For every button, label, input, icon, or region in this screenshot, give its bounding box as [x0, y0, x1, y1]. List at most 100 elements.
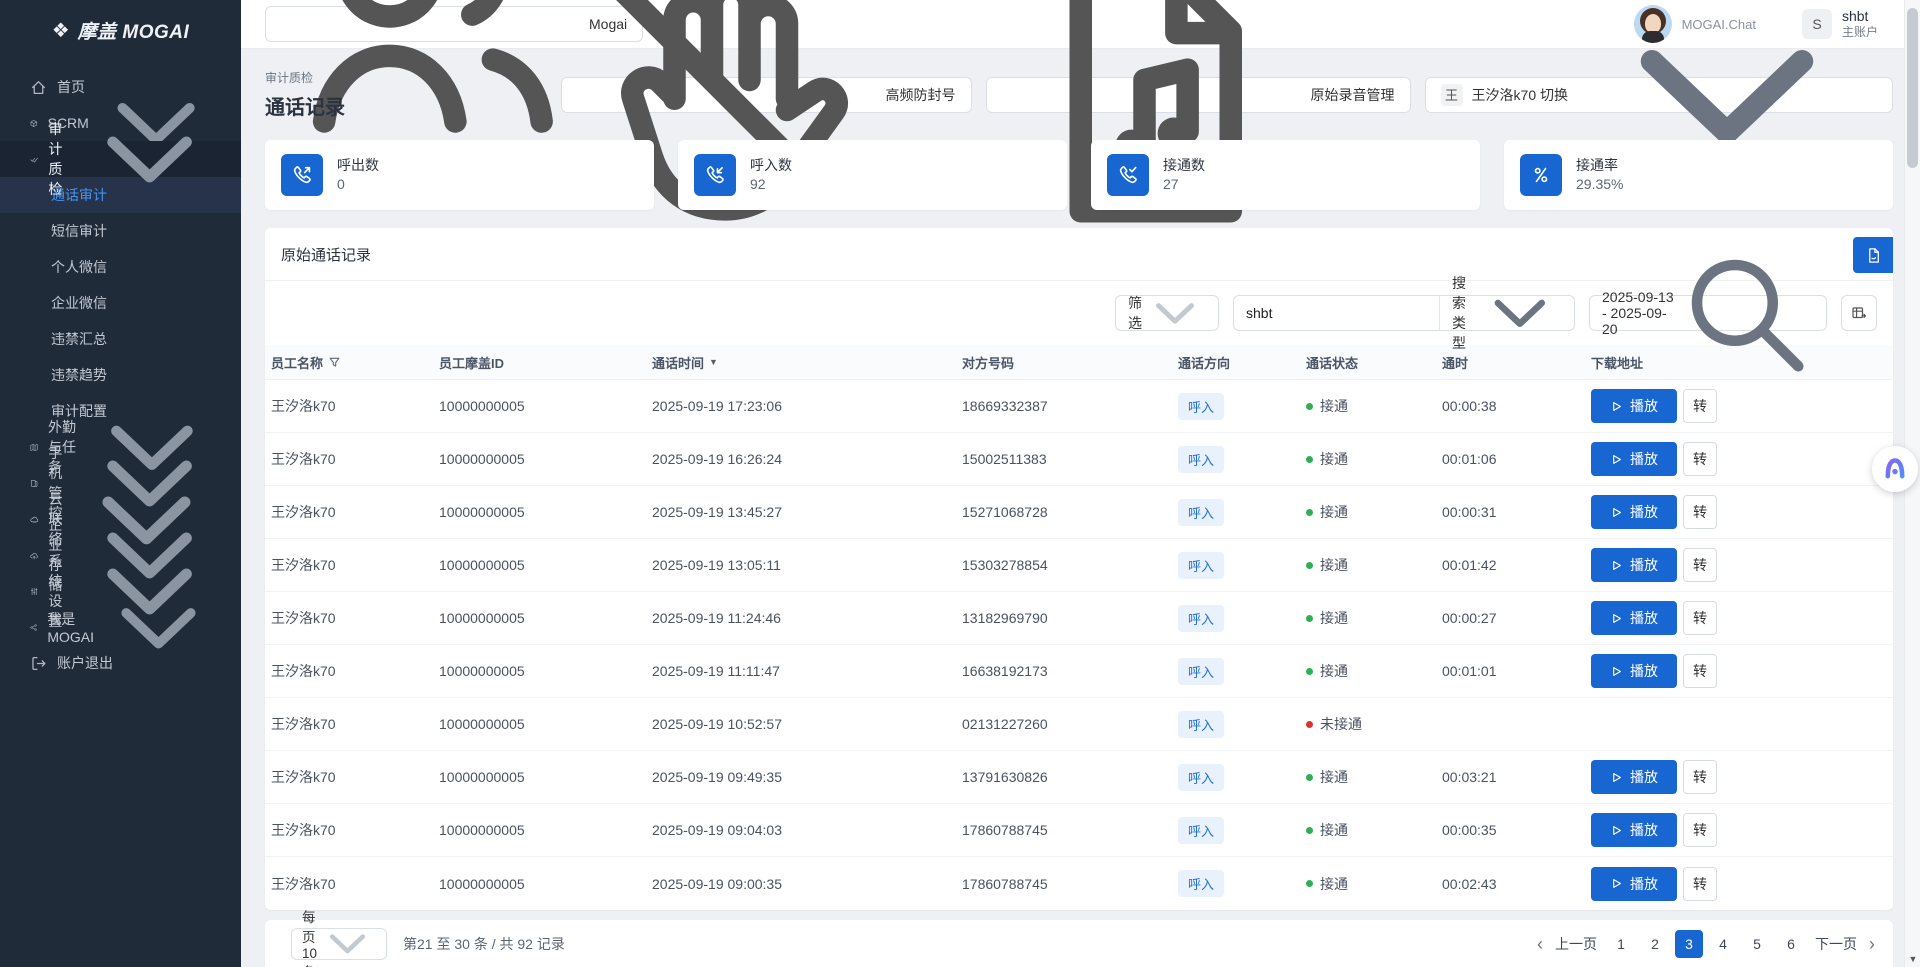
play-icon	[1610, 400, 1623, 413]
play-button[interactable]: 播放	[1591, 760, 1677, 794]
cell-duration: 00:02:43	[1442, 876, 1591, 892]
sidebar-item-label: 我是MOGAI	[47, 609, 94, 645]
cell-status: 接通	[1306, 767, 1442, 787]
play-button[interactable]: 播放	[1591, 867, 1677, 901]
prev-page-button[interactable]: 上一页	[1551, 934, 1601, 954]
search-type-select[interactable]: 搜索类型	[1439, 296, 1574, 330]
cell-employee-name: 王汐洛k70	[271, 661, 439, 681]
sidebar-item-logout[interactable]: 账户退出	[0, 645, 241, 681]
cell-status: 接通	[1306, 396, 1442, 416]
column-header: 通话方向	[1178, 353, 1306, 372]
anti-block-button[interactable]: 高频防封号	[561, 77, 972, 113]
next-page-button[interactable]: 下一页	[1811, 934, 1861, 954]
sidebar-item-label: 审计质检	[48, 119, 75, 199]
page-size-select[interactable]: 每页10条	[291, 928, 387, 960]
recording-mgmt-button[interactable]: 原始录音管理	[986, 77, 1411, 113]
cell-peer-number: 15002511383	[962, 451, 1178, 467]
column-header-label: 员工名称	[271, 353, 323, 372]
play-label: 播放	[1630, 502, 1658, 522]
cloud-up-icon	[30, 547, 38, 564]
play-label: 播放	[1630, 608, 1658, 628]
page-number-1[interactable]: 1	[1607, 930, 1635, 958]
page-number-6[interactable]: 6	[1777, 930, 1805, 958]
direction-badge: 呼入	[1178, 658, 1224, 685]
cell-status: 接通	[1306, 820, 1442, 840]
play-button[interactable]: 播放	[1591, 442, 1677, 476]
transfer-button[interactable]: 转	[1683, 867, 1717, 901]
employee-switch-button[interactable]: 王 王汐洛k70 切换	[1425, 77, 1893, 113]
play-button[interactable]: 播放	[1591, 548, 1677, 582]
prev-arrow-icon[interactable]: ‹	[1535, 935, 1545, 953]
transfer-button[interactable]: 转	[1683, 442, 1717, 476]
cell-mogai-id: 10000000005	[439, 876, 652, 892]
cell-actions: 播放转	[1591, 813, 1893, 847]
transfer-button[interactable]: 转	[1683, 548, 1717, 582]
share-icon	[30, 619, 37, 636]
sidebar-subitem-personal-wechat[interactable]: 个人微信	[0, 249, 241, 285]
play-icon	[1610, 559, 1623, 572]
cell-call-time: 2025-09-19 13:05:11	[652, 557, 962, 573]
play-button[interactable]: 播放	[1591, 813, 1677, 847]
sidebar-subitem-work-wechat[interactable]: 企业微信	[0, 285, 241, 321]
column-settings-button[interactable]	[1841, 295, 1877, 331]
cell-direction: 呼入	[1178, 446, 1306, 473]
avatar[interactable]	[1634, 5, 1672, 43]
page-number-2[interactable]: 2	[1641, 930, 1669, 958]
date-range-picker[interactable]: 2025-09-13 - 2025-09-20	[1589, 295, 1827, 331]
status-label: 未接通	[1320, 714, 1362, 734]
cell-call-time: 2025-09-19 11:24:46	[652, 610, 962, 626]
app-window: ❖ 摩盖 MOGAI 首页SCRM审计质检通话审计短信审计个人微信企业微信违禁汇…	[0, 0, 1920, 967]
play-button[interactable]: 播放	[1591, 495, 1677, 529]
search-input[interactable]	[1234, 296, 1439, 330]
transfer-button[interactable]: 转	[1683, 654, 1717, 688]
page-number-4[interactable]: 4	[1709, 930, 1737, 958]
status-connected-dot	[1306, 668, 1313, 675]
content: 审计质检 通话记录 高频防封号 原始录音管理 王 王汐洛k70 切换	[241, 49, 1904, 967]
scrollbar-thumb[interactable]	[1907, 8, 1918, 168]
sidebar-item-about-mogai[interactable]: 我是MOGAI	[0, 609, 241, 645]
sidebar-subitem-violation-summary[interactable]: 违禁汇总	[0, 321, 241, 357]
stat-value: 29.35%	[1576, 175, 1623, 194]
transfer-button[interactable]: 转	[1683, 760, 1717, 794]
stat-texts: 接通率29.35%	[1576, 156, 1623, 194]
page-number-3[interactable]: 3	[1675, 930, 1703, 958]
column-header[interactable]: 员工名称	[271, 353, 439, 372]
page-number-5[interactable]: 5	[1743, 930, 1771, 958]
cell-duration: 00:00:38	[1442, 398, 1591, 414]
cell-call-time: 2025-09-19 13:45:27	[652, 504, 962, 520]
export-button[interactable]	[1853, 237, 1893, 273]
transfer-button[interactable]: 转	[1683, 495, 1717, 529]
filter-select[interactable]: 筛选	[1115, 295, 1219, 331]
play-button[interactable]: 播放	[1591, 654, 1677, 688]
cell-employee-name: 王汐洛k70	[271, 608, 439, 628]
status-connected-dot	[1306, 827, 1313, 834]
status-connected-dot	[1306, 774, 1313, 781]
sidebar-item-audit[interactable]: 审计质检	[0, 141, 241, 177]
card-title: 原始通话记录	[265, 228, 1893, 281]
stat-value: 0	[337, 175, 379, 194]
status-connected-dot	[1306, 562, 1313, 569]
column-header-label: 对方号码	[962, 353, 1014, 372]
sidebar-subitem-label: 个人微信	[51, 257, 107, 277]
column-header: 对方号码	[962, 353, 1178, 372]
filter-funnel-icon[interactable]	[328, 356, 341, 369]
percent-icon	[1520, 154, 1562, 196]
status-label: 接通	[1320, 820, 1348, 840]
transfer-button[interactable]: 转	[1683, 389, 1717, 423]
column-header[interactable]: 通话时间▼	[652, 353, 962, 372]
sort-desc-icon[interactable]: ▼	[709, 357, 718, 367]
transfer-button[interactable]: 转	[1683, 601, 1717, 635]
transfer-button[interactable]: 转	[1683, 813, 1717, 847]
play-button[interactable]: 播放	[1591, 389, 1677, 423]
cell-duration: 00:01:06	[1442, 451, 1591, 467]
table-header-row: 员工名称员工摩盖ID通话时间▼对方号码通话方向通话状态通时下载地址	[265, 345, 1893, 380]
floating-chat-button[interactable]	[1872, 446, 1918, 492]
next-arrow-icon[interactable]: ›	[1867, 935, 1877, 953]
play-button[interactable]: 播放	[1591, 601, 1677, 635]
column-header-label: 员工摩盖ID	[439, 353, 504, 372]
pagination-summary: 第21 至 30 条 / 共 92 记录	[403, 934, 565, 954]
cell-actions: 播放转	[1591, 654, 1893, 688]
scrollbar-down-arrow[interactable]: ▼	[1905, 954, 1920, 964]
sidebar-menu: 首页SCRM审计质检通话审计短信审计个人微信企业微信违禁汇总违禁趋势审计配置外勤…	[0, 61, 241, 681]
cell-direction: 呼入	[1178, 817, 1306, 844]
